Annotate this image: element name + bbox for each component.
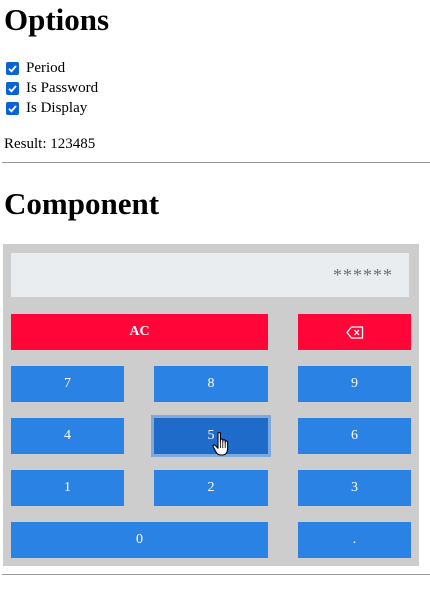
key-7[interactable]: 7 [11, 366, 124, 402]
calculator-display: ****** [11, 253, 409, 297]
hand-pointer-cursor-icon [212, 431, 229, 456]
options-heading: Options [4, 2, 110, 37]
is-password-checkbox[interactable] [6, 81, 19, 95]
key-decimal[interactable]: . [298, 522, 411, 558]
is-password-label[interactable]: Is Password [26, 80, 98, 97]
backspace-icon [345, 325, 363, 339]
is-display-checkbox[interactable] [6, 101, 19, 115]
period-checkbox[interactable] [6, 61, 19, 75]
period-label[interactable]: Period [26, 60, 65, 77]
divider-top [2, 162, 430, 163]
ac-button[interactable]: AC [11, 314, 268, 350]
result-text: Result: 123485 [4, 136, 96, 152]
calculator: ****** AC 7 8 9 4 5 6 1 2 3 0 . [3, 244, 419, 566]
key-2[interactable]: 2 [154, 470, 268, 506]
is-password-option[interactable]: Is Password [6, 79, 98, 97]
backspace-button[interactable] [298, 314, 411, 350]
key-8[interactable]: 8 [154, 366, 268, 402]
is-display-label[interactable]: Is Display [26, 100, 87, 117]
period-option[interactable]: Period [6, 59, 65, 77]
key-3[interactable]: 3 [298, 470, 411, 506]
divider-bottom [2, 574, 430, 575]
key-0[interactable]: 0 [11, 522, 268, 558]
key-5[interactable]: 5 [151, 415, 271, 457]
component-heading: Component [4, 186, 160, 221]
is-display-option[interactable]: Is Display [6, 99, 87, 117]
key-4[interactable]: 4 [11, 418, 124, 454]
key-9[interactable]: 9 [298, 366, 411, 402]
key-6[interactable]: 6 [298, 418, 411, 454]
key-1[interactable]: 1 [11, 470, 124, 506]
